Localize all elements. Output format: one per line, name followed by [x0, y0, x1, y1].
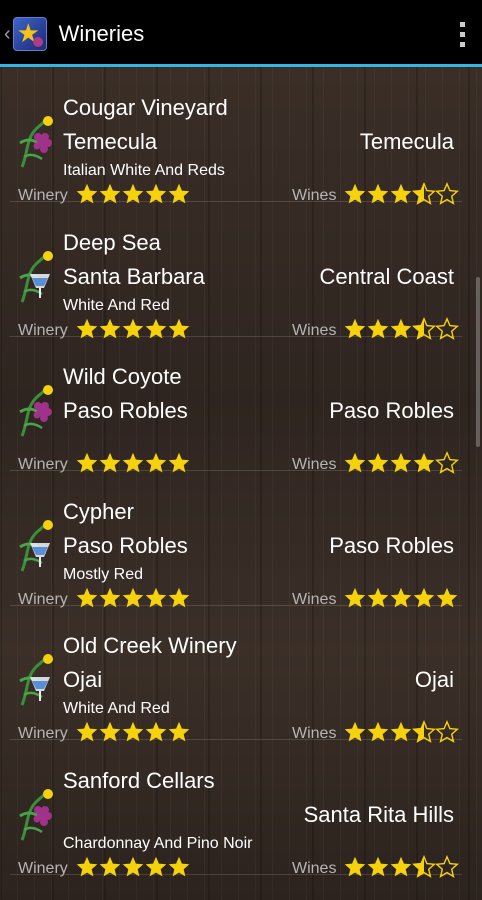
star-half-icon	[412, 854, 436, 879]
star-full-icon	[389, 855, 413, 879]
winery-city: Temecula	[63, 129, 158, 154]
grape-vine-icon	[18, 113, 54, 175]
overflow-menu-button[interactable]	[442, 4, 482, 64]
app-icon: ★	[12, 17, 47, 51]
winery-name: Deep Sea	[63, 229, 161, 255]
wines-rating-stars	[343, 854, 459, 880]
winery-row[interactable]: Cougar Vineyard Temecula Temecula Italia…	[10, 67, 462, 205]
winery-rating-stars	[75, 854, 190, 880]
overflow-dot	[459, 21, 465, 27]
winery-description: Italian White And Reds	[63, 162, 225, 179]
winery-row[interactable]: Cypher Paso Robles Paso Robles Mostly Re…	[10, 471, 462, 608]
star-empty-icon	[435, 854, 459, 879]
overflow-dot	[459, 31, 465, 37]
winery-row[interactable]: Wild Coyote Paso Robles Paso Robles Wine…	[10, 336, 462, 474]
winery-region: Paso Robles	[329, 398, 454, 423]
winery-row[interactable]: Sanford Cellars Santa Rita Hills Chardon…	[10, 740, 462, 878]
winery-region: Santa Rita Hills	[303, 801, 454, 827]
winery-name: Sanford Cellars	[63, 767, 215, 793]
winery-description: White And Red	[63, 296, 170, 314]
winery-description: White And Red	[63, 700, 170, 717]
page-title: Wineries	[58, 21, 145, 46]
star-full-icon	[98, 855, 122, 879]
winery-list[interactable]: Cougar Vineyard Temecula Temecula Italia…	[0, 67, 482, 900]
winery-name: Cougar Vineyard	[63, 95, 228, 120]
star-full-icon	[366, 855, 390, 879]
overflow-dot	[459, 41, 465, 47]
star-full-icon	[75, 855, 99, 879]
winery-description: Mostly Red	[63, 565, 144, 583]
scrollbar[interactable]	[476, 277, 480, 447]
star-full-icon	[144, 855, 168, 879]
chevron-left-icon: ‹	[4, 23, 11, 45]
grape-vine-icon	[18, 786, 54, 848]
wine-glass-vine-icon	[18, 517, 54, 579]
home-up-button[interactable]: ‹ ★	[0, 4, 47, 64]
winery-row[interactable]: Deep Sea Santa Barbara Central Coast Whi…	[10, 202, 462, 340]
star-full-icon	[121, 855, 145, 879]
winery-region: Temecula	[359, 129, 454, 154]
winery-row[interactable]: Old Creek Winery Ojai Ojai White And Red…	[10, 605, 462, 743]
winery-city: Santa Barbara	[63, 263, 205, 289]
star-full-icon	[167, 855, 191, 879]
winery-city: Paso Robles	[63, 398, 188, 423]
wines-rating-label: Wines	[292, 859, 337, 877]
winery-city: Paso Robles	[63, 532, 188, 558]
winery-region: Ojai	[414, 667, 454, 692]
winery-name: Old Creek Winery	[63, 633, 237, 658]
winery-name: Cypher	[63, 498, 134, 524]
star-full-icon	[343, 855, 367, 879]
winery-name: Wild Coyote	[63, 364, 182, 389]
winery-region: Paso Robles	[329, 532, 454, 558]
grape-vine-icon	[18, 382, 54, 444]
wine-glass-vine-icon	[18, 651, 54, 713]
action-bar: ‹ ★ Wineries	[0, 4, 482, 67]
winery-city: Ojai	[63, 667, 103, 692]
wine-glass-vine-icon	[18, 248, 54, 310]
winery-description: Chardonnay And Pino Noir	[63, 834, 253, 852]
winery-rating-label: Winery	[18, 859, 68, 877]
winery-region: Central Coast	[319, 263, 454, 289]
